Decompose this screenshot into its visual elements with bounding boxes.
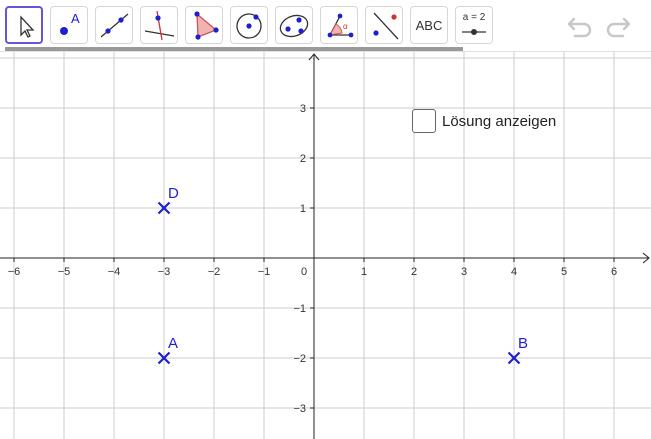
y-tick-label: 1 (300, 203, 306, 215)
x-tick-label: 1 (361, 266, 367, 278)
tool-point-label: A (71, 11, 80, 26)
x-tick-label: 4 (511, 266, 517, 278)
tool-text-label: ABC (415, 17, 443, 33)
y-tick-label: 2 (300, 153, 306, 165)
point-label: B (518, 335, 528, 352)
x-tick-label: 2 (411, 266, 417, 278)
tick-labels: −6 −5 −4 −3 −2 −1 0 1 2 3 4 5 6 3 2 1 −1 −2 −3 (8, 103, 617, 415)
line-icon (100, 13, 129, 38)
angle-icon: α (327, 13, 354, 38)
x-tick-label: −1 (258, 266, 271, 278)
reflect-line-icon (373, 12, 399, 40)
tool-reflect[interactable] (365, 6, 403, 44)
x-tick-label: −4 (108, 266, 121, 278)
y-tick-label: 3 (300, 103, 306, 115)
y-tick-label: −1 (293, 303, 306, 315)
point-icon: A (60, 11, 80, 35)
x-tick-label: −6 (8, 266, 21, 278)
point-b[interactable]: B (507, 335, 529, 365)
point-label: A (168, 335, 178, 352)
tool-slider[interactable]: a = 2 (455, 6, 493, 44)
svg-text:α: α (343, 22, 348, 31)
x-tick-label: 0 (301, 266, 307, 278)
cursor-arrow-icon (20, 15, 35, 38)
show-solution-checkbox[interactable] (412, 109, 436, 133)
show-solution-control[interactable]: Lösung anzeigen (412, 107, 556, 135)
point-d[interactable]: D (157, 185, 180, 215)
x-tick-label: −2 (208, 266, 221, 278)
y-tick-label: −3 (293, 403, 306, 415)
x-tick-label: 5 (561, 266, 567, 278)
polygon-icon (194, 11, 219, 40)
y-tick-label: −2 (293, 353, 306, 365)
point-a[interactable]: A (157, 335, 179, 365)
tool-angle[interactable]: α (320, 6, 358, 44)
circle-icon (236, 13, 262, 39)
point-label: D (168, 185, 179, 202)
conic-icon (279, 14, 309, 38)
undo-icon (567, 17, 592, 38)
redo-button[interactable] (603, 10, 633, 40)
perpendicular-line-icon (144, 10, 175, 41)
tool-line[interactable] (95, 6, 133, 44)
toolbar-scrollbar[interactable] (5, 47, 463, 51)
toolbar: A α ABC a = 2 (0, 0, 651, 52)
x-tick-label: −3 (158, 266, 171, 278)
tool-move[interactable] (5, 6, 43, 44)
tool-circle[interactable] (230, 6, 268, 44)
tool-perpendicular[interactable] (140, 6, 178, 44)
undo-button[interactable] (565, 10, 595, 40)
tool-conic[interactable] (275, 6, 313, 44)
x-tick-label: −5 (58, 266, 71, 278)
redo-icon (606, 17, 631, 38)
tool-text[interactable]: ABC (410, 6, 448, 44)
tool-polygon[interactable] (185, 6, 223, 44)
tool-point[interactable]: A (50, 6, 88, 44)
show-solution-label: Lösung anzeigen (442, 112, 557, 130)
slider-icon (462, 29, 486, 35)
x-tick-label: 6 (611, 266, 617, 278)
x-tick-label: 3 (461, 266, 467, 278)
